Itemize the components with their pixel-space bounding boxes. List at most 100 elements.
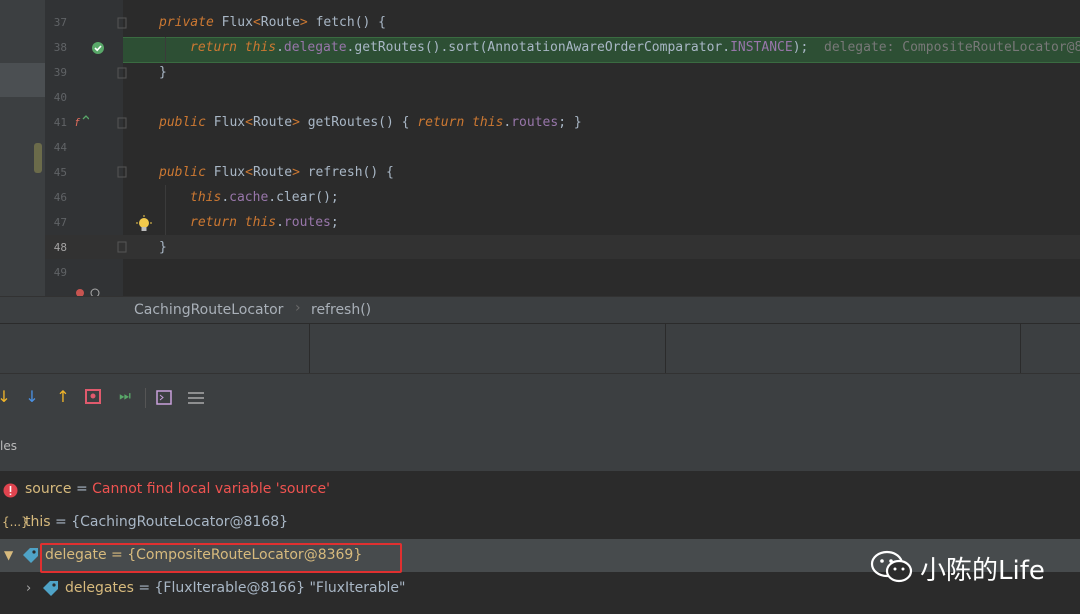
- line-number: 48: [53, 241, 67, 254]
- code-token: .: [221, 190, 230, 205]
- variable-value: {CachingRouteLocator@8168}: [71, 514, 289, 530]
- code-token: sort(AnnotationAwareOrderComparator.: [448, 40, 731, 55]
- code-token: INSTANCE: [730, 40, 793, 55]
- header-divider: [665, 324, 666, 374]
- line-number: 44: [53, 141, 67, 154]
- code-token: >: [299, 15, 316, 30]
- code-line[interactable]: 49: [45, 260, 1080, 285]
- code-token: ; }: [558, 115, 582, 130]
- code-line[interactable]: 44: [45, 135, 1080, 160]
- code-line[interactable]: 39}: [45, 60, 1080, 85]
- code-token: routes: [283, 215, 331, 230]
- code-line[interactable]: 38 return this.delegate.getRoutes().sort(…: [45, 35, 1080, 60]
- run-to-cursor-icon[interactable]: ⏭: [113, 384, 137, 410]
- code-token: ;: [330, 215, 339, 230]
- code-line[interactable]: 47 return this.routes;: [45, 210, 1080, 235]
- code-token: Route: [252, 115, 293, 130]
- code-line[interactable]: 40: [45, 85, 1080, 110]
- code-line[interactable]: 37 private Flux<Route> fetch() {: [45, 10, 1080, 35]
- code-token: .: [276, 40, 284, 55]
- wechat-watermark: 小陈的Life: [870, 544, 1070, 588]
- step-out-icon[interactable]: ↑: [51, 384, 75, 410]
- evaluate-expression-icon[interactable]: [156, 390, 172, 405]
- field-tag-icon: [23, 548, 38, 563]
- line-number: 40: [53, 91, 67, 104]
- code-token: getRoutes() {: [307, 115, 418, 130]
- code-line[interactable]: 46 this.cache.clear();: [45, 185, 1080, 210]
- variable-equals: =: [50, 514, 72, 530]
- code-token: Flux: [221, 15, 253, 30]
- wechat-logo-icon: [870, 550, 913, 583]
- lightbulb-icon[interactable]: [135, 215, 153, 235]
- breakpoint-check-icon[interactable]: [91, 41, 105, 55]
- code-token: refresh() {: [307, 165, 394, 180]
- variables-tab-label[interactable]: les: [0, 439, 17, 453]
- line-number: 47: [53, 216, 67, 229]
- code-token: <: [245, 165, 253, 180]
- code-text: return this.delegate.getRoutes().sort(An…: [190, 35, 1080, 60]
- code-text: public Flux<Route> getRoutes() { return …: [159, 110, 582, 135]
- code-text: }: [159, 60, 167, 85]
- code-token: return this: [190, 40, 277, 55]
- variable-row-source[interactable]: source = Cannot find local variable 'sou…: [0, 473, 1080, 506]
- fold-marker-icon[interactable]: [117, 241, 127, 253]
- line-number: 45: [53, 166, 67, 179]
- code-token: private: [159, 15, 222, 30]
- code-text: this.cache.clear();: [190, 185, 339, 210]
- variable-equals: =: [71, 481, 93, 497]
- debug-tool-header: [0, 323, 1080, 374]
- code-text: return this.routes;: [190, 210, 339, 235]
- step-into-icon[interactable]: ↓: [0, 384, 16, 410]
- code-token: Route: [260, 15, 300, 30]
- variable-name: source: [25, 481, 72, 497]
- line-number: 41: [53, 116, 67, 129]
- code-token: delegate: [283, 40, 347, 55]
- variable-value: {FluxIterable@8166} "FluxIterable": [154, 580, 406, 596]
- code-token: Flux: [213, 165, 246, 180]
- line-number: 37: [53, 16, 67, 29]
- toolbar-separator: [145, 388, 146, 408]
- code-token: Route: [252, 165, 293, 180]
- force-step-into-icon[interactable]: ↓: [20, 384, 44, 410]
- fold-marker-icon[interactable]: [117, 166, 127, 178]
- line-number: 38: [53, 41, 67, 54]
- variable-name: this: [25, 514, 51, 530]
- header-divider: [309, 324, 310, 374]
- code-token: return this: [190, 215, 277, 230]
- code-editor[interactable]: 37 private Flux<Route> fetch() { 38 return …: [45, 0, 1080, 296]
- fold-marker-icon[interactable]: [117, 67, 127, 79]
- inline-debug-hint: delegate: CompositeRouteLocator@8369: [808, 40, 1080, 55]
- chevron-right-icon[interactable]: ›: [26, 572, 31, 605]
- code-token: );: [792, 40, 809, 55]
- code-line[interactable]: 45 public Flux<Route> refresh() {: [45, 160, 1080, 185]
- override-method-icon[interactable]: f: [75, 115, 89, 129]
- variables-panel-header: les: [0, 421, 1080, 471]
- variable-row-this[interactable]: {...} this = {CachingRouteLocator@8168}: [0, 506, 1080, 539]
- line-number: 39: [53, 66, 67, 79]
- watermark-text: 小陈的Life: [920, 556, 1045, 586]
- code-text: private Flux<Route> fetch() {: [159, 10, 386, 35]
- debug-toolbar: ↓ ↓ ↑ ⏭: [0, 373, 1080, 422]
- project-selected-item[interactable]: [0, 63, 45, 97]
- code-token: }: [159, 65, 167, 80]
- code-line[interactable]: 41 public Flux<Route> getRoutes() { retur…: [45, 110, 1080, 135]
- project-scrollbar-thumb[interactable]: [34, 143, 42, 173]
- code-line[interactable]: 48}: [45, 235, 1080, 260]
- code-token: public: [159, 115, 214, 130]
- chevron-down-icon[interactable]: ▼: [4, 539, 13, 572]
- header-divider: [1020, 324, 1021, 374]
- code-token: .clear();: [268, 190, 339, 205]
- fold-marker-icon[interactable]: [117, 117, 127, 129]
- breadcrumb: CachingRouteLocator › refresh(): [0, 296, 1080, 324]
- code-token: Flux: [213, 115, 246, 130]
- code-token: public: [159, 165, 214, 180]
- fold-marker-icon[interactable]: [117, 17, 127, 29]
- svg-text:f: f: [75, 116, 81, 129]
- error-icon: [3, 483, 18, 498]
- line-number: 46: [53, 191, 67, 204]
- trace-stream-icon[interactable]: [187, 390, 205, 405]
- drop-frame-icon[interactable]: [85, 389, 101, 405]
- breadcrumb-class[interactable]: CachingRouteLocator: [134, 302, 283, 318]
- annotation-highlight-box: [40, 543, 402, 573]
- breadcrumb-method[interactable]: refresh(): [311, 302, 371, 318]
